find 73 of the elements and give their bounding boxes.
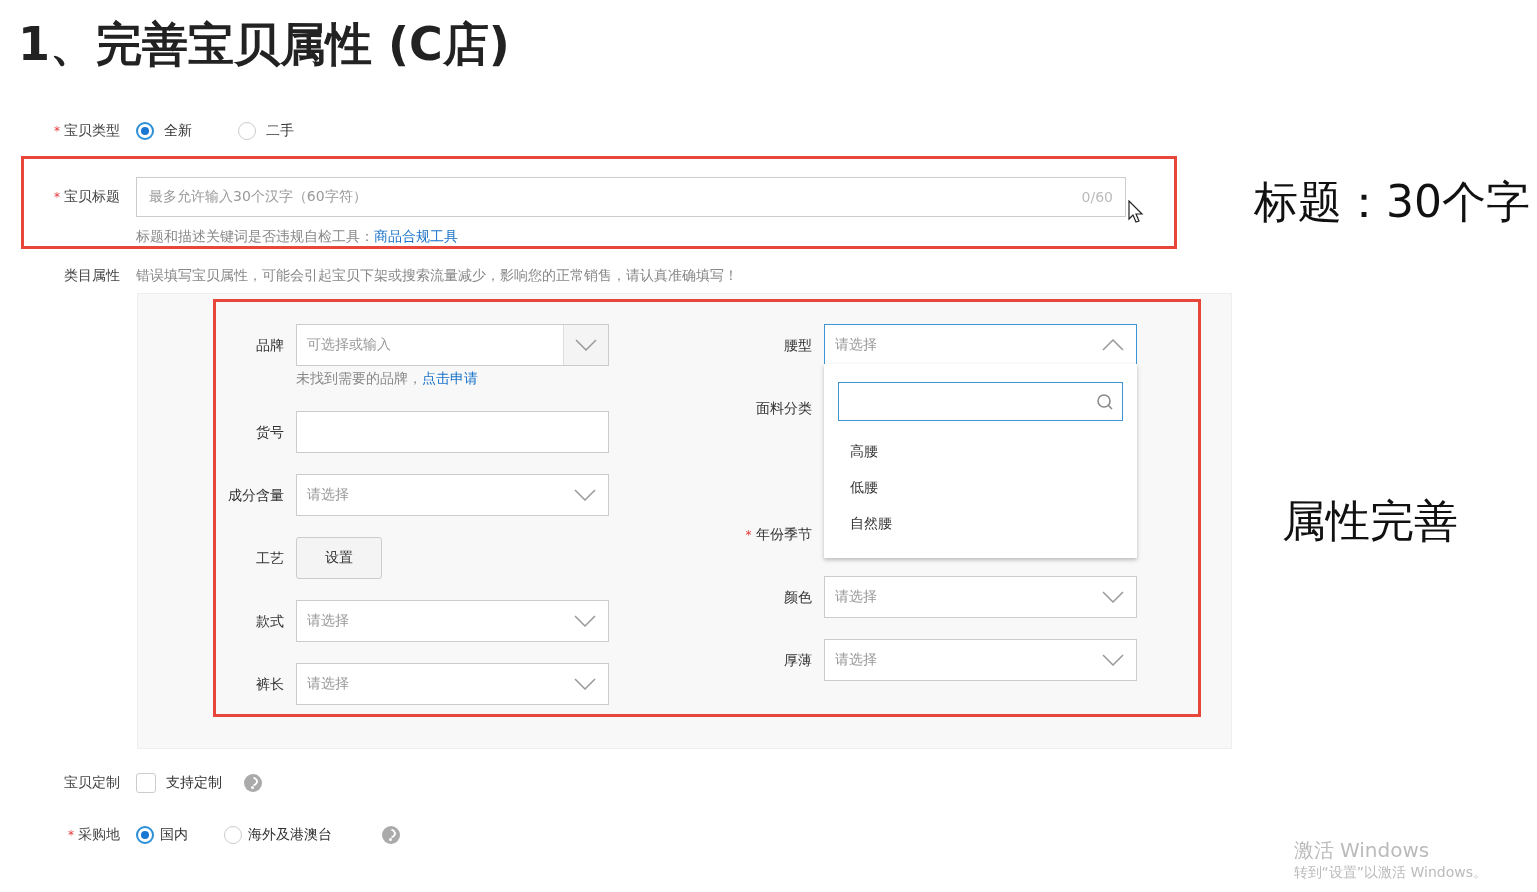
field-label: 腰型 xyxy=(783,337,812,353)
chevron-down-icon xyxy=(574,615,596,627)
required-mark: * xyxy=(68,828,74,842)
chevron-down-icon xyxy=(1101,591,1124,603)
hint-text: 标题和描述关键词是否违规自检工具： xyxy=(136,228,374,244)
activation-title: 激活 Windows xyxy=(1293,837,1431,864)
page-heading: 1、完善宝贝属性 (C店) xyxy=(18,16,510,73)
required-mark: * xyxy=(54,124,60,138)
menu-item[interactable]: 自然腰 xyxy=(837,505,1123,541)
field-label: 颜色 xyxy=(783,589,812,605)
checkbox[interactable] xyxy=(136,773,156,793)
field-label: 裤长 xyxy=(256,676,284,692)
required-mark: * xyxy=(745,528,752,542)
field-label: 宝贝标题 xyxy=(64,188,120,204)
placeholder-text: 请选择 xyxy=(307,675,349,693)
option-label: 海外及港澳台 xyxy=(248,826,332,844)
select-field[interactable]: 请选择 xyxy=(296,663,609,705)
field-label: 年份季节 xyxy=(755,526,812,542)
help-icon[interactable] xyxy=(382,826,400,844)
warning-text: 错误填写宝贝属性，可能会引起宝贝下架或搜索流量减少，影响您的正常销售，请认真准确填写！ xyxy=(136,267,738,285)
apply-link[interactable]: 点击申请 xyxy=(422,370,478,386)
activation-text: 转到“设置”以激活 Windows。 xyxy=(1293,864,1487,882)
field-label: 宝贝类型 xyxy=(64,122,120,138)
field-label: 工艺 xyxy=(256,550,284,566)
help-icon[interactable] xyxy=(244,774,262,792)
required-mark: * xyxy=(54,190,60,204)
placeholder-text: 请选择 xyxy=(834,588,877,606)
hint-text: 未找到需要的品牌， xyxy=(296,370,422,386)
placeholder-text: 最多允许输入30个汉字（60字符） xyxy=(149,188,367,206)
option-label: 支持定制 xyxy=(166,774,222,792)
annotation-text: 标题：30个字 xyxy=(1254,175,1530,229)
placeholder-text: 请选择 xyxy=(307,612,349,630)
field-label: 类目属性 xyxy=(64,267,120,283)
field-label: 厚薄 xyxy=(783,652,812,668)
mouse-pointer-icon xyxy=(1128,200,1144,224)
chevron-down-icon xyxy=(575,339,597,351)
character-counter: 0/60 xyxy=(1081,189,1113,205)
compliance-tool-link[interactable]: 商品合规工具 xyxy=(374,228,458,244)
menu-item[interactable]: 低腰 xyxy=(837,469,1123,505)
settings-button[interactable]: 设置 xyxy=(296,537,382,579)
chevron-down-icon xyxy=(1101,654,1124,666)
field-label: 货号 xyxy=(256,424,284,440)
search-field[interactable] xyxy=(837,382,1123,421)
chevron-down-icon xyxy=(574,678,596,690)
field-label: 款式 xyxy=(256,613,284,629)
search-icon xyxy=(1095,392,1114,411)
title-input[interactable]: 最多允许输入30个汉字（60字符） 0/60 xyxy=(136,177,1126,217)
field-label: 品牌 xyxy=(256,337,284,353)
placeholder-text: 请选择 xyxy=(834,336,877,354)
dropdown-button[interactable] xyxy=(563,325,608,365)
field-label: 面料分类 xyxy=(755,400,812,416)
radio-button[interactable] xyxy=(136,826,154,844)
placeholder-text: 请选择 xyxy=(834,651,877,669)
placeholder-text: 可选择或输入 xyxy=(307,336,391,354)
annotation-text: 属性完善 xyxy=(1282,493,1458,548)
field-label: 成分含量 xyxy=(228,487,284,503)
select-field[interactable]: 请选择 xyxy=(823,324,1137,366)
brand-combobox[interactable]: 可选择或输入 xyxy=(296,324,609,366)
chevron-down-icon xyxy=(574,489,596,501)
option-label: 二手 xyxy=(266,122,294,140)
chevron-up-icon xyxy=(1101,339,1124,351)
select-field[interactable]: 请选择 xyxy=(823,639,1137,681)
placeholder-text: 请选择 xyxy=(307,486,349,504)
option-label: 国内 xyxy=(160,826,188,844)
field-label: 采购地 xyxy=(78,826,120,842)
select-field[interactable]: 请选择 xyxy=(296,600,609,642)
select-field[interactable]: 请选择 xyxy=(296,474,609,516)
input-field[interactable] xyxy=(296,411,609,453)
select-field[interactable]: 请选择 xyxy=(823,576,1137,618)
radio-button[interactable] xyxy=(136,122,154,140)
menu-item[interactable]: 高腰 xyxy=(837,433,1123,469)
option-label: 全新 xyxy=(164,122,192,140)
field-label: 宝贝定制 xyxy=(64,774,120,790)
